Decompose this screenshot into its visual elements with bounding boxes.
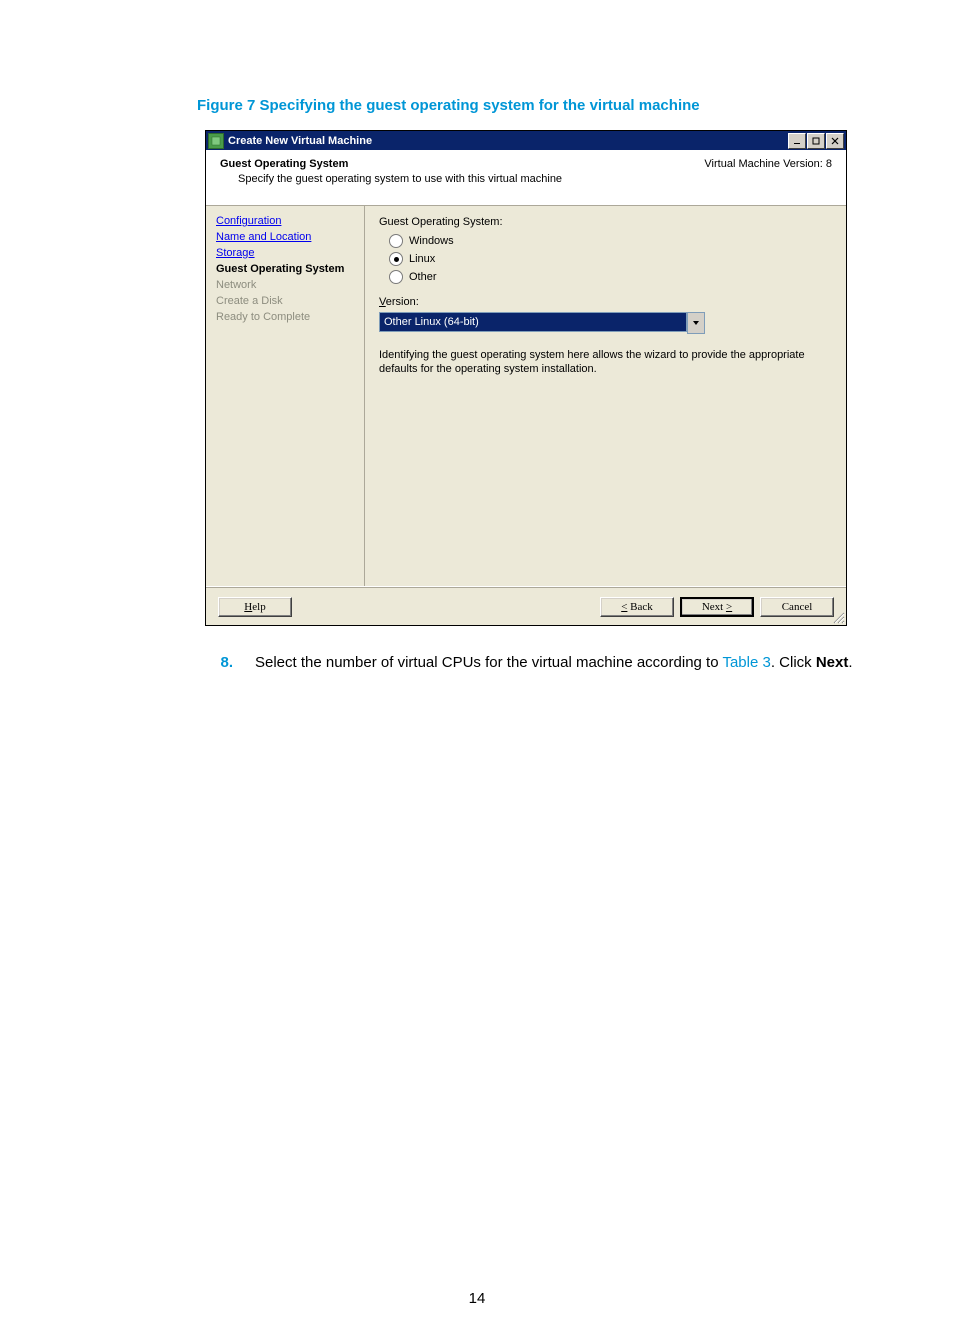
back-button[interactable]: < Back — [600, 597, 674, 617]
radio-label: Linux — [409, 253, 435, 265]
sidebar-item-name-location[interactable]: Name and Location — [216, 230, 364, 244]
wizard-footer: Help < Back Next > Cancel — [206, 586, 846, 625]
version-label: Version: — [379, 296, 832, 308]
wizard-header: Guest Operating System Specify the guest… — [206, 150, 846, 206]
sidebar-item-configuration[interactable]: Configuration — [216, 214, 364, 228]
minimize-button[interactable] — [788, 133, 806, 149]
window-title: Create New Virtual Machine — [228, 135, 788, 147]
chevron-down-icon[interactable] — [687, 312, 705, 334]
radio-linux[interactable]: Linux — [389, 252, 832, 266]
step-number: 8. — [197, 652, 233, 674]
cancel-button[interactable]: Cancel — [760, 597, 834, 617]
header-subtitle: Specify the guest operating system to us… — [238, 173, 832, 185]
next-button[interactable]: Next > — [680, 597, 754, 617]
resize-grip-icon[interactable] — [831, 610, 845, 624]
radio-icon — [389, 252, 403, 266]
instruction-step: 8. Select the number of virtual CPUs for… — [197, 652, 869, 674]
guest-os-label: Guest Operating System: — [379, 216, 832, 228]
version-dropdown[interactable]: Other Linux (64-bit) — [379, 312, 705, 334]
close-button[interactable] — [826, 133, 844, 149]
titlebar[interactable]: Create New Virtual Machine — [206, 131, 846, 150]
sidebar-item-network: Network — [216, 278, 364, 292]
dialog-create-vm: Create New Virtual Machine Guest Operati… — [205, 130, 847, 626]
sidebar-item-create-disk: Create a Disk — [216, 294, 364, 308]
page-number: 14 — [0, 1290, 954, 1307]
table-link[interactable]: Table 3 — [722, 654, 770, 671]
sidebar-item-ready: Ready to Complete — [216, 310, 364, 324]
wizard-content: Guest Operating System: Windows Linux Ot… — [365, 206, 846, 586]
radio-label: Other — [409, 271, 437, 283]
radio-icon — [389, 270, 403, 284]
radio-windows[interactable]: Windows — [389, 234, 832, 248]
radio-icon — [389, 234, 403, 248]
figure-caption: Figure 7 Specifying the guest operating … — [197, 97, 869, 114]
help-text: Identifying the guest operating system h… — [379, 348, 832, 376]
step-text: Select the number of virtual CPUs for th… — [255, 652, 853, 674]
radio-other[interactable]: Other — [389, 270, 832, 284]
help-button[interactable]: Help — [218, 597, 292, 617]
wizard-steps-sidebar: Configuration Name and Location Storage … — [206, 206, 365, 586]
app-icon — [208, 133, 224, 149]
version-value: Other Linux (64-bit) — [379, 312, 687, 332]
maximize-button[interactable] — [807, 133, 825, 149]
radio-label: Windows — [409, 235, 454, 247]
sidebar-item-storage[interactable]: Storage — [216, 246, 364, 260]
sidebar-item-guest-os: Guest Operating System — [216, 262, 364, 276]
vm-version: Virtual Machine Version: 8 — [704, 158, 832, 170]
